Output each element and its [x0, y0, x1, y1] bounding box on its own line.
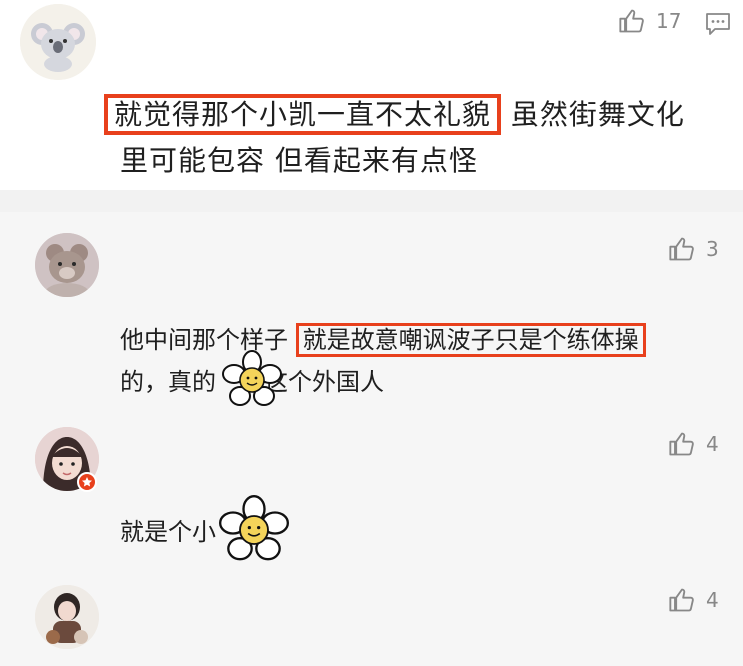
reply-text-b: 这个外国人 — [264, 368, 384, 396]
avatar-bear[interactable] — [35, 233, 99, 297]
koala-avatar-image — [20, 4, 96, 80]
avatar-koala[interactable] — [20, 4, 96, 80]
flower-sticker-icon — [219, 495, 289, 561]
comment-icon — [706, 13, 730, 35]
like-button[interactable]: 3 — [668, 235, 719, 263]
like-count: 4 — [706, 588, 719, 612]
reply-button[interactable] — [705, 12, 731, 36]
like-count: 17 — [656, 9, 682, 33]
like-count: 3 — [706, 237, 719, 261]
reply-text-a: 的，真的 — [120, 368, 216, 396]
like-button[interactable]: 4 — [668, 430, 719, 458]
kid-avatar-image — [35, 585, 99, 649]
section-divider — [0, 190, 743, 212]
reply-text-line1: 他中间那个样子 就是故意嘲讽波子只是个练体操 — [120, 318, 646, 362]
reply-text: 就是个小 — [120, 518, 216, 546]
highlight-box: 就觉得那个小凯一直不太礼貌 — [104, 94, 502, 135]
comment-text-rest: 虽然街舞文化 — [510, 98, 685, 131]
comment-text-line2: 里可能包容 但看起来有点怪 — [120, 144, 478, 177]
thumbs-up-icon — [669, 588, 694, 612]
like-button[interactable]: 17 — [618, 7, 681, 35]
thumbs-up-icon — [619, 9, 644, 33]
replies-section — [0, 212, 743, 666]
comment-text-line1: 就觉得那个小凯一直不太礼貌 虽然街舞文化 — [104, 90, 685, 140]
thumbs-up-icon — [669, 237, 694, 261]
avatar-kid[interactable] — [35, 585, 99, 649]
flower-sticker-icon — [222, 350, 282, 406]
like-count: 4 — [706, 432, 719, 456]
thumbs-up-icon — [669, 432, 694, 456]
like-button[interactable]: 4 — [668, 586, 719, 614]
vip-badge-icon — [77, 472, 97, 492]
bear-avatar-image — [35, 233, 99, 297]
highlight-box: 就是故意嘲讽波子只是个练体操 — [295, 323, 646, 357]
